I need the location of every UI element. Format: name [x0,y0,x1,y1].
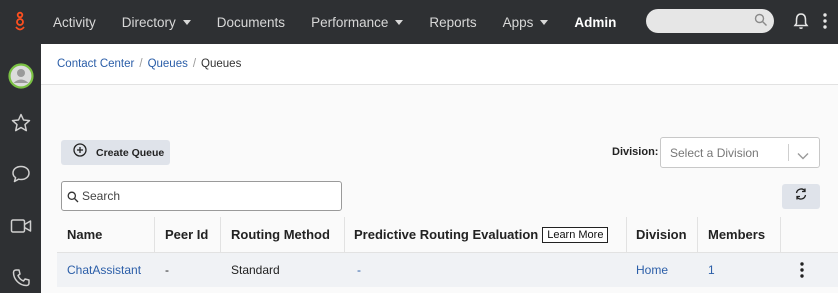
refresh-button[interactable] [782,184,820,209]
caret-down-icon [540,19,549,25]
search-input[interactable] [82,186,332,206]
column-divider [344,217,345,253]
more-vertical-icon[interactable] [822,13,828,34]
nav-directory[interactable]: Directory [122,15,191,30]
breadcrumb-separator: / [139,58,143,70]
nav-admin-label: Admin [574,14,617,30]
nav-directory-label: Directory [121,14,176,30]
column-divider [697,217,698,253]
routing-method-value: Standard [231,263,280,277]
nav-apps-label: Apps [502,14,534,30]
nav-reports[interactable]: Reports [429,15,476,30]
breadcrumb-separator: / [192,58,197,70]
nav-admin[interactable]: Admin [574,15,616,30]
nav-reports-label: Reports [429,14,477,30]
breadcrumb: Contact Center / Queues / Queues [41,44,838,85]
column-header-predictive-routing[interactable]: Predictive Routing Evaluation Learn More [354,217,609,252]
division-placeholder: Select a Division [670,146,759,160]
table-row[interactable]: ChatAssistant - Standard - Home 1 [57,253,838,287]
nav-apps[interactable]: Apps [503,15,549,30]
table-header-row: Name Peer Id Routing Method Predictive R… [57,217,838,253]
column-header-members[interactable]: Members [708,217,765,252]
nav-activity[interactable]: Activity [53,15,96,30]
chevron-down-icon [797,147,809,165]
bell-icon[interactable] [793,12,809,35]
column-header-routing-method[interactable]: Routing Method [231,217,330,252]
nav-documents-label: Documents [216,14,286,30]
learn-more-button[interactable]: Learn More [542,226,609,243]
plus-circle-icon [73,143,87,162]
caret-down-icon [182,19,191,25]
main-nav: Activity Directory Documents Performance… [40,0,629,44]
column-divider [626,217,627,253]
breadcrumb-contact-center[interactable]: Contact Center [57,58,134,70]
members-link[interactable]: 1 [708,253,715,287]
select-divider [788,144,789,161]
genesys-logo[interactable] [0,0,40,44]
nav-documents[interactable]: Documents [217,15,285,30]
phone-icon[interactable] [0,260,41,293]
column-header-division[interactable]: Division [636,217,687,252]
search-icon [67,190,79,208]
search-icon [754,13,768,32]
column-header-name[interactable]: Name [67,217,102,252]
column-divider [780,217,781,253]
caret-down-icon [395,19,404,25]
column-divider [154,217,155,253]
nav-performance[interactable]: Performance [311,14,404,30]
division-link[interactable]: Home [636,253,668,287]
division-select[interactable]: Select a Division [660,137,820,168]
create-queue-button[interactable]: Create Queue [61,140,170,165]
column-divider [220,217,221,253]
predictive-routing-label: Predictive Routing Evaluation [354,227,539,242]
peer-id-value: - [165,263,169,277]
column-header-peer-id[interactable]: Peer Id [165,217,208,252]
division-label: Division: [612,146,659,158]
breadcrumb-queues-link[interactable]: Queues [148,58,188,70]
video-icon[interactable] [0,208,41,244]
queue-search-field[interactable] [61,181,342,211]
create-queue-label: Create Queue [96,146,165,159]
queue-name-link[interactable]: ChatAssistant [67,253,141,287]
row-actions-icon[interactable] [799,253,805,287]
predictive-routing-value[interactable]: - [357,253,361,287]
avatar[interactable] [0,58,41,94]
star-icon[interactable] [0,105,41,141]
nav-performance-label: Performance [311,14,389,30]
queues-table: Name Peer Id Routing Method Predictive R… [57,217,838,287]
nav-activity-label: Activity [53,14,96,30]
breadcrumb-current: Queues [201,58,242,70]
chat-icon[interactable] [0,156,41,192]
left-sidebar [0,44,41,293]
global-search-input[interactable] [646,9,774,33]
top-navigation-bar: Activity Directory Documents Performance… [0,0,838,44]
refresh-icon [794,187,808,206]
